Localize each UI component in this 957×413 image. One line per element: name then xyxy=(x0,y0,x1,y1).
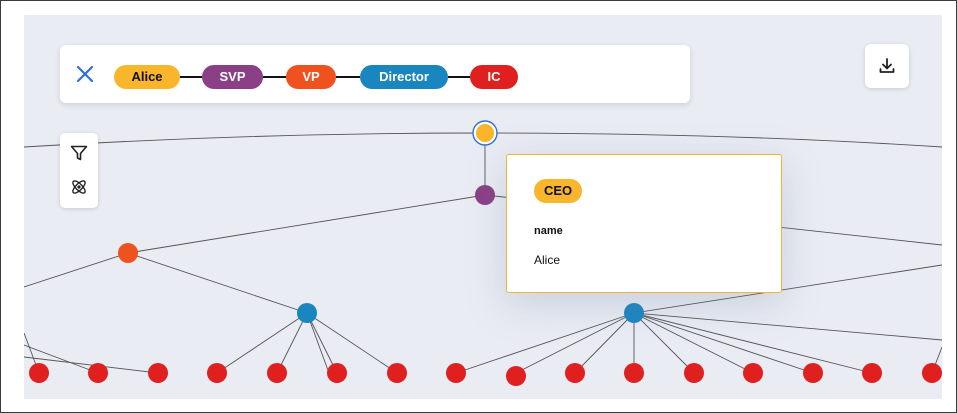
chip-connector xyxy=(448,76,470,78)
node-ic[interactable] xyxy=(743,363,763,383)
graph-edge xyxy=(455,312,635,374)
node-ic[interactable] xyxy=(922,363,942,383)
node-ic[interactable] xyxy=(565,363,585,383)
graph-edge xyxy=(24,252,129,288)
close-icon xyxy=(76,65,94,83)
node-ic[interactable] xyxy=(446,363,466,383)
filter-icon xyxy=(70,145,88,161)
chip-connector xyxy=(263,76,286,78)
node-director[interactable] xyxy=(297,303,317,323)
graph-edge xyxy=(633,312,695,374)
chip-connector xyxy=(180,76,202,78)
graph-edge xyxy=(276,312,308,374)
node-ic[interactable] xyxy=(862,363,882,383)
node-ic[interactable] xyxy=(327,363,347,383)
hierarchy-path-bar: Alice SVP VP Director IC xyxy=(60,45,690,103)
node-ic[interactable] xyxy=(207,363,227,383)
level-chip-svp[interactable]: SVP xyxy=(202,65,263,89)
graph-edge xyxy=(127,252,308,314)
atom-icon xyxy=(72,180,86,194)
download-button[interactable] xyxy=(865,44,909,88)
app-frame: Alice SVP VP Director IC CEO name Alice xyxy=(0,0,957,413)
node-ic[interactable] xyxy=(624,363,644,383)
level-chip-alice[interactable]: Alice xyxy=(114,65,180,89)
node-vp[interactable] xyxy=(118,243,138,263)
node-ceo[interactable] xyxy=(476,124,494,142)
tooltip-field-name: name xyxy=(534,225,563,237)
node-ic[interactable] xyxy=(506,366,526,386)
tooltip-field-value: Alice xyxy=(534,253,561,267)
graph-edge xyxy=(633,312,814,374)
layout-button[interactable] xyxy=(69,177,89,197)
org-chart-canvas[interactable]: Alice SVP VP Director IC CEO name Alice xyxy=(24,15,942,399)
filter-button[interactable] xyxy=(69,143,89,163)
graph-edge xyxy=(127,194,486,254)
node-ic[interactable] xyxy=(803,363,823,383)
ceo-peer-edge xyxy=(484,132,942,148)
node-ic[interactable] xyxy=(387,363,407,383)
level-chip-director[interactable]: Director xyxy=(360,65,448,89)
level-chip-vp[interactable]: VP xyxy=(286,65,336,89)
node-ic[interactable] xyxy=(684,363,704,383)
node-tooltip: CEO name Alice xyxy=(506,154,782,293)
tooltip-role-badge: CEO xyxy=(534,179,583,203)
node-svp[interactable] xyxy=(475,185,495,205)
node-director[interactable] xyxy=(624,303,644,323)
graph-edge xyxy=(306,312,398,374)
node-ic[interactable] xyxy=(267,363,287,383)
node-ic[interactable] xyxy=(29,363,49,383)
node-ic[interactable] xyxy=(148,363,168,383)
graph-edge xyxy=(306,312,338,374)
download-icon xyxy=(879,58,895,73)
graph-edge xyxy=(216,312,308,374)
node-ic[interactable] xyxy=(88,363,108,383)
chip-connector xyxy=(336,76,360,78)
close-path-button[interactable] xyxy=(73,62,97,86)
level-chip-ic[interactable]: IC xyxy=(470,65,518,89)
graph-tool-panel xyxy=(60,133,98,208)
graph-edge xyxy=(574,312,635,374)
